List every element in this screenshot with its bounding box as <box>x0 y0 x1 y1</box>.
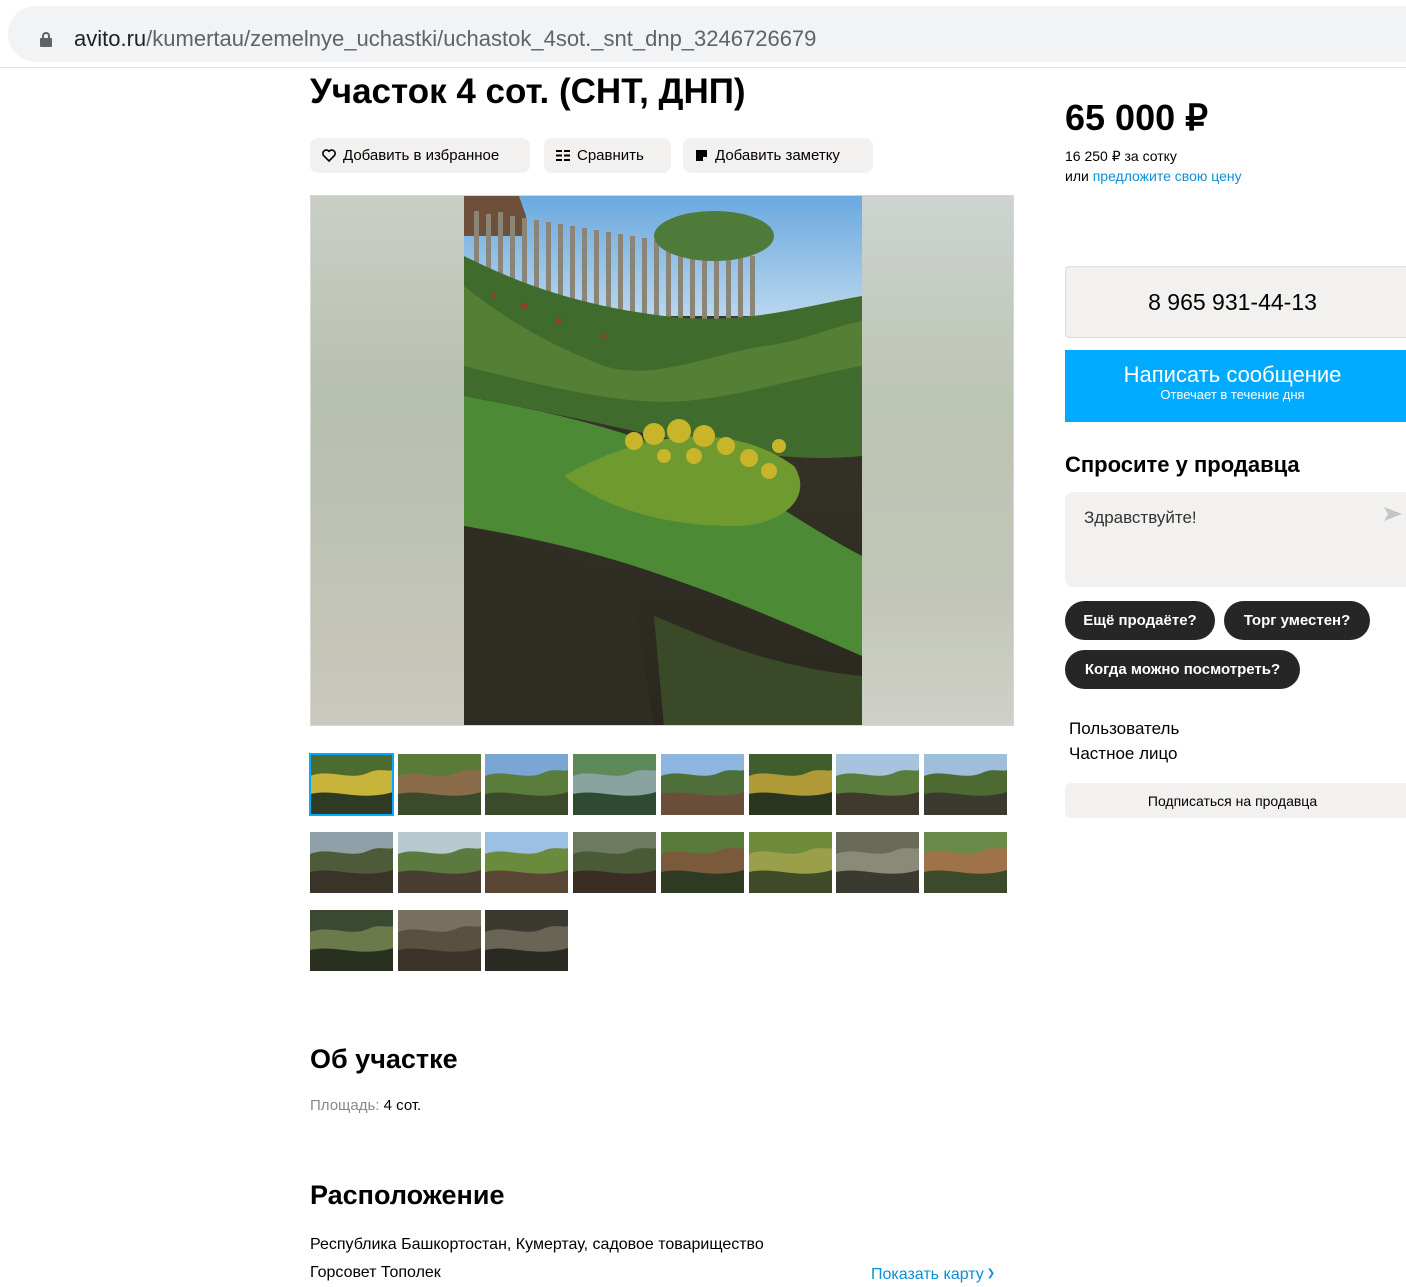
add-to-favorites-button[interactable]: Добавить в избранное <box>310 138 530 173</box>
note-icon <box>696 150 707 161</box>
photo-thumbnail[interactable] <box>398 832 481 893</box>
chip-label: Торг уместен? <box>1243 612 1351 629</box>
write-message-label: Написать сообщение <box>1123 362 1342 387</box>
url-path: /kumertau/zemelnye_uchastki/uchastok_4so… <box>146 26 817 51</box>
photo-thumbnail[interactable] <box>398 910 481 971</box>
chip-label: Ещё продаёте? <box>1083 612 1197 629</box>
ask-seller-input[interactable]: Здравствуйте! <box>1065 492 1406 587</box>
response-time-label: Отвечает в течение дня <box>1160 387 1305 402</box>
address-line-1: Республика Башкортостан, Кумертау, садов… <box>310 1236 764 1253</box>
photo-thumbnail[interactable] <box>836 754 919 815</box>
heart-icon <box>322 149 336 162</box>
url-field[interactable]: avito.ru/kumertau/zemelnye_uchastki/ucha… <box>8 6 1406 62</box>
note-label: Добавить заметку <box>715 147 840 164</box>
browser-address-bar: avito.ru/kumertau/zemelnye_uchastki/ucha… <box>0 0 1406 68</box>
subscribe-label: Подписаться на продавца <box>1147 792 1318 809</box>
photo-thumbnail[interactable] <box>749 754 832 815</box>
offer-price-line: или предложите свою цену <box>1065 168 1242 184</box>
photo-thumbnail[interactable] <box>485 754 568 815</box>
seller-name[interactable]: Пользователь <box>1069 719 1179 739</box>
price: 65 000 ₽ <box>1065 97 1209 138</box>
photo-thumbnail[interactable] <box>573 754 656 815</box>
address-line-2: Горсовет Тополек <box>310 1264 441 1281</box>
compare-button[interactable]: Сравнить <box>544 138 671 173</box>
seller-type: Частное лицо <box>1069 744 1178 763</box>
url-text[interactable]: avito.ru/kumertau/zemelnye_uchastki/ucha… <box>74 26 816 52</box>
lock-icon[interactable] <box>40 32 52 47</box>
main-photo[interactable] <box>464 196 862 726</box>
compare-icon <box>556 150 570 161</box>
price-per-sotka: 16 250 ₽ за сотку <box>1065 148 1177 164</box>
url-host: avito.ru <box>74 26 147 51</box>
offer-prefix: или <box>1065 168 1093 184</box>
chevron-down-icon: ❯ <box>986 1268 996 1279</box>
compare-label: Сравнить <box>577 147 644 164</box>
area-label: Площадь: <box>310 1097 380 1114</box>
phone-number: 8 965 931-44-13 <box>1148 288 1317 315</box>
listing-title: Участок 4 сот. (СНТ, ДНП) <box>310 72 746 111</box>
show-phone-button[interactable]: 8 965 931-44-13 <box>1065 266 1406 338</box>
photo-thumbnail[interactable] <box>924 754 1007 815</box>
send-icon[interactable] <box>1383 506 1403 522</box>
offer-price-link[interactable]: предложите свою цену <box>1093 168 1242 184</box>
subscribe-seller-button[interactable]: Подписаться на продавца <box>1065 783 1406 818</box>
quick-question-still-selling[interactable]: Ещё продаёте? <box>1065 601 1215 640</box>
photo-thumbnail[interactable] <box>398 754 481 815</box>
area-value: 4 сот. <box>379 1097 422 1114</box>
photo-thumbnail[interactable] <box>485 832 568 893</box>
photo-thumbnail[interactable] <box>485 910 568 971</box>
ask-input-text[interactable]: Здравствуйте! <box>1084 508 1197 528</box>
show-map-link[interactable]: Показать карту ❯ <box>871 1266 995 1284</box>
area-row: Площадь: 4 сот. <box>310 1097 421 1114</box>
photo-blur-right <box>861 196 1013 725</box>
photo-thumbnail[interactable] <box>661 754 744 815</box>
photo-blur-left <box>311 196 464 725</box>
quick-question-bargain[interactable]: Торг уместен? <box>1224 601 1370 640</box>
chip-label: Когда можно посмотреть? <box>1084 661 1281 678</box>
about-section-title: Об участке <box>310 1044 458 1074</box>
main-photo-gallery[interactable] <box>310 195 1014 726</box>
photo-thumbnail[interactable] <box>661 832 744 893</box>
photo-thumbnail[interactable] <box>573 832 656 893</box>
photo-thumbnail[interactable] <box>924 832 1007 893</box>
location-section-title: Расположение <box>310 1180 505 1210</box>
photo-thumbnail[interactable] <box>836 832 919 893</box>
photo-thumbnail[interactable] <box>310 910 393 971</box>
add-note-button[interactable]: Добавить заметку <box>683 138 873 173</box>
write-message-button[interactable]: Написать сообщение Отвечает в течение дн… <box>1065 350 1406 422</box>
ask-seller-title: Спросите у продавца <box>1065 452 1300 477</box>
photo-thumbnail[interactable] <box>310 832 393 893</box>
photo-thumbnail[interactable] <box>309 753 394 816</box>
favorites-label: Добавить в избранное <box>343 147 500 164</box>
photo-thumbnail[interactable] <box>749 832 832 893</box>
quick-question-when-to-view[interactable]: Когда можно посмотреть? <box>1065 650 1300 689</box>
show-map-label: Показать карту <box>871 1266 984 1283</box>
